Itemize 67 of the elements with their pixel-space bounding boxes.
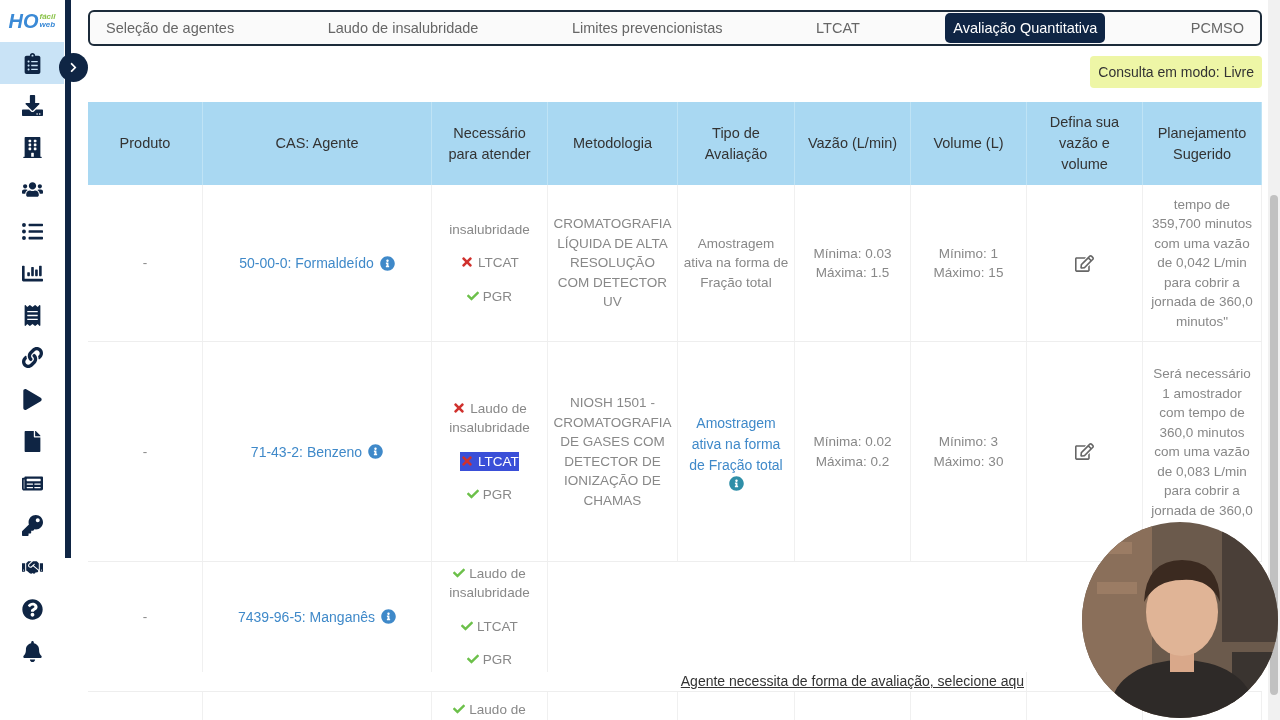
table-cell-text: Máximo: 30 — [933, 452, 1004, 471]
table-cell-text: Máximo: 15 — [933, 264, 1004, 282]
requirement: PGR — [466, 485, 513, 505]
info-icon[interactable] — [368, 444, 384, 459]
edit-icon[interactable] — [1075, 442, 1094, 461]
list-icon — [21, 221, 43, 242]
users-icon — [21, 179, 43, 200]
building-icon — [21, 137, 43, 158]
column-header: Defina sua vazão e volume — [1027, 102, 1143, 185]
column-header: Necessário para atender — [432, 102, 548, 185]
requirement: Laudo de insalubridade — [448, 399, 531, 437]
table-cell-text: - — [142, 608, 148, 626]
key-icon — [21, 515, 43, 536]
requirement: LTCAT — [461, 616, 518, 637]
table-cell-text: - — [142, 254, 148, 273]
table-cell-text: Mínima: 0.03 — [813, 244, 892, 263]
mode-badge: Consulta em modo: Livre — [1090, 56, 1262, 88]
column-header: Volume (L) — [911, 102, 1027, 185]
info-icon[interactable] — [379, 255, 395, 271]
agent-link[interactable]: 71-43-2: Benzeno — [250, 443, 363, 460]
requirement: Laudo de — [453, 700, 526, 720]
chevron-right-icon — [68, 62, 79, 73]
agent-link[interactable]: 50-00-0: Formaldeído — [239, 255, 374, 271]
table-cell-text: NIOSH 1501 - CROMATOGRAFIA DE GASES COM DETECTOR DE IONIZAÇÃO DE CHAMAS — [553, 394, 672, 510]
requirement: Laudo de insalubridade — [448, 564, 531, 603]
requirement: insalubridade — [449, 220, 530, 239]
table-cell-text: tempo de 359,700 minutos com uma vazão de 0,042 L/min para cobrir a jornada de 360,0 minutos" — [1150, 195, 1254, 331]
column-header: Tipo de Avaliação — [678, 102, 795, 185]
scrollbar[interactable] — [1270, 195, 1278, 695]
column-header: CAS: Agente — [203, 102, 432, 185]
bell-icon — [21, 641, 43, 662]
tab[interactable]: LTCAT — [808, 13, 868, 43]
scrollbar[interactable] — [65, 0, 71, 558]
requirement: LTCAT — [460, 253, 519, 273]
column-header: Produto — [88, 102, 203, 185]
sidebar-item[interactable] — [0, 42, 64, 84]
tab[interactable]: Seleção de agentes — [98, 13, 243, 43]
link-icon — [21, 347, 43, 368]
requirement: PGR — [466, 286, 513, 307]
agent-link[interactable]: 7439-96-5: Manganês — [238, 608, 375, 625]
download-icon — [21, 95, 43, 116]
tab[interactable]: Laudo de insalubridade — [319, 13, 487, 43]
evaluation-link[interactable]: Amostragem ativa na forma de Fração total — [683, 412, 789, 476]
column-header: Vazão (L/min) — [795, 102, 911, 185]
play-icon — [21, 389, 43, 410]
table-cell-text: Amostragem ativa na forma de Fração total — [683, 234, 789, 292]
chart-icon — [21, 263, 43, 284]
info-icon[interactable] — [381, 609, 396, 625]
edit-icon[interactable] — [1075, 253, 1094, 273]
requirement: PGR — [466, 650, 513, 670]
column-header: Planejamento Sugerido — [1143, 102, 1262, 185]
table-cell-text: Será necessário 1 amostrador com tempo de 360,0 minutos com uma vazão de 0,083 L/min para cobrir a jornada de 360,0 — [1150, 365, 1254, 520]
table-cell-text: Mínimo: 1 — [938, 244, 999, 263]
tab[interactable]: Avaliação Quantitativa — [945, 13, 1106, 43]
tab[interactable]: Limites prevencionistas — [563, 13, 731, 43]
tab[interactable]: PCMSO — [1182, 13, 1252, 43]
column-header: Metodologia — [548, 102, 678, 185]
select-evaluation-link[interactable]: Agente necessita de forma de avaliação, selecione aqu — [680, 673, 1024, 690]
table-cell-text: - — [142, 442, 148, 461]
table-cell-text: Máxima: 1.5 — [815, 264, 890, 282]
requirement: LTCAT — [460, 451, 519, 471]
table-cell-text: Mínima: 0.02 — [813, 433, 892, 451]
table-cell-text: CROMATOGRAFIA LÍQUIDA DE ALTA RESOLUÇÃO COM DETECTOR UV — [553, 215, 672, 312]
info-icon[interactable] — [728, 475, 744, 491]
help-icon — [21, 599, 43, 620]
table-cell-text: Mínimo: 3 — [938, 433, 999, 451]
table-cell-text: Máxima: 0.2 — [815, 452, 890, 471]
